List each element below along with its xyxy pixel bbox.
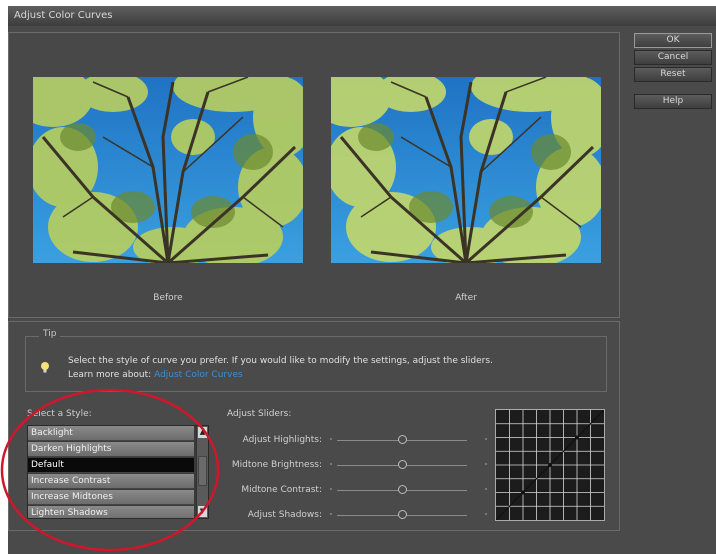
- select-style-label: Select a Style:: [27, 409, 92, 419]
- curve-graph: [495, 409, 605, 521]
- reset-button[interactable]: Reset: [634, 67, 712, 82]
- after-image: [331, 77, 601, 263]
- before-image: [33, 77, 303, 263]
- tip-box: Select the style of curve you prefer. If…: [25, 336, 607, 392]
- style-item-lighten-shadows[interactable]: Lighten Shadows: [28, 506, 194, 518]
- help-button[interactable]: Help: [634, 94, 712, 109]
- style-item-darken-highlights[interactable]: Darken Highlights: [28, 442, 194, 457]
- lightbulb-icon: [38, 359, 52, 373]
- style-item-increase-contrast[interactable]: Increase Contrast: [28, 474, 194, 489]
- scrollbar-thumb[interactable]: [198, 456, 207, 486]
- arrow-down-icon[interactable]: ▼: [198, 506, 207, 517]
- slider-row-shadows: Adjust Shadows:: [209, 508, 494, 522]
- tip-learn-more: Learn more about: Adjust Color Curves: [68, 368, 493, 382]
- style-item-increase-midtones[interactable]: Increase Midtones: [28, 490, 194, 505]
- before-label: Before: [153, 293, 183, 303]
- tip-line: Select the style of curve you prefer. If…: [68, 356, 493, 366]
- settings-panel: Select the style of curve you prefer. If…: [8, 321, 620, 531]
- highlights-slider-knob[interactable]: [397, 435, 407, 444]
- after-label: After: [455, 293, 477, 303]
- slider-label: Midtone Contrast:: [241, 485, 322, 495]
- slider-label: Adjust Highlights:: [242, 435, 322, 445]
- style-list-scrollbar[interactable]: ▲ ▼: [196, 426, 208, 518]
- arrow-up-icon[interactable]: ▲: [198, 427, 207, 438]
- tip-legend: Tip: [39, 329, 61, 339]
- slider-row-midtone-contrast: Midtone Contrast:: [209, 483, 494, 497]
- preview-panel: Before After: [8, 32, 620, 318]
- shadows-slider-knob[interactable]: [397, 510, 407, 519]
- style-item-default[interactable]: Default: [28, 458, 194, 473]
- tip-text: Select the style of curve you prefer. If…: [68, 354, 493, 382]
- slider-label: Adjust Shadows:: [247, 510, 322, 520]
- learn-more-link[interactable]: Adjust Color Curves: [154, 370, 243, 380]
- learn-more-label: Learn more about:: [68, 370, 152, 380]
- slider-label: Midtone Brightness:: [231, 460, 322, 470]
- window-title: Adjust Color Curves: [8, 6, 716, 26]
- ok-button[interactable]: OK: [634, 33, 712, 48]
- midtone-contrast-slider-knob[interactable]: [397, 485, 407, 494]
- slider-row-midtone-brightness: Midtone Brightness:: [209, 458, 494, 472]
- midtone-brightness-slider-knob[interactable]: [397, 460, 407, 469]
- cancel-button[interactable]: Cancel: [634, 50, 712, 65]
- adjust-color-curves-dialog: Adjust Color Curves Before After OK Canc…: [8, 6, 716, 554]
- adjust-sliders-label: Adjust Sliders:: [227, 409, 292, 419]
- style-item-backlight[interactable]: Backlight: [28, 426, 194, 441]
- slider-row-highlights: Adjust Highlights:: [209, 433, 494, 447]
- style-list[interactable]: Backlight Darken Highlights Default Incr…: [27, 425, 209, 519]
